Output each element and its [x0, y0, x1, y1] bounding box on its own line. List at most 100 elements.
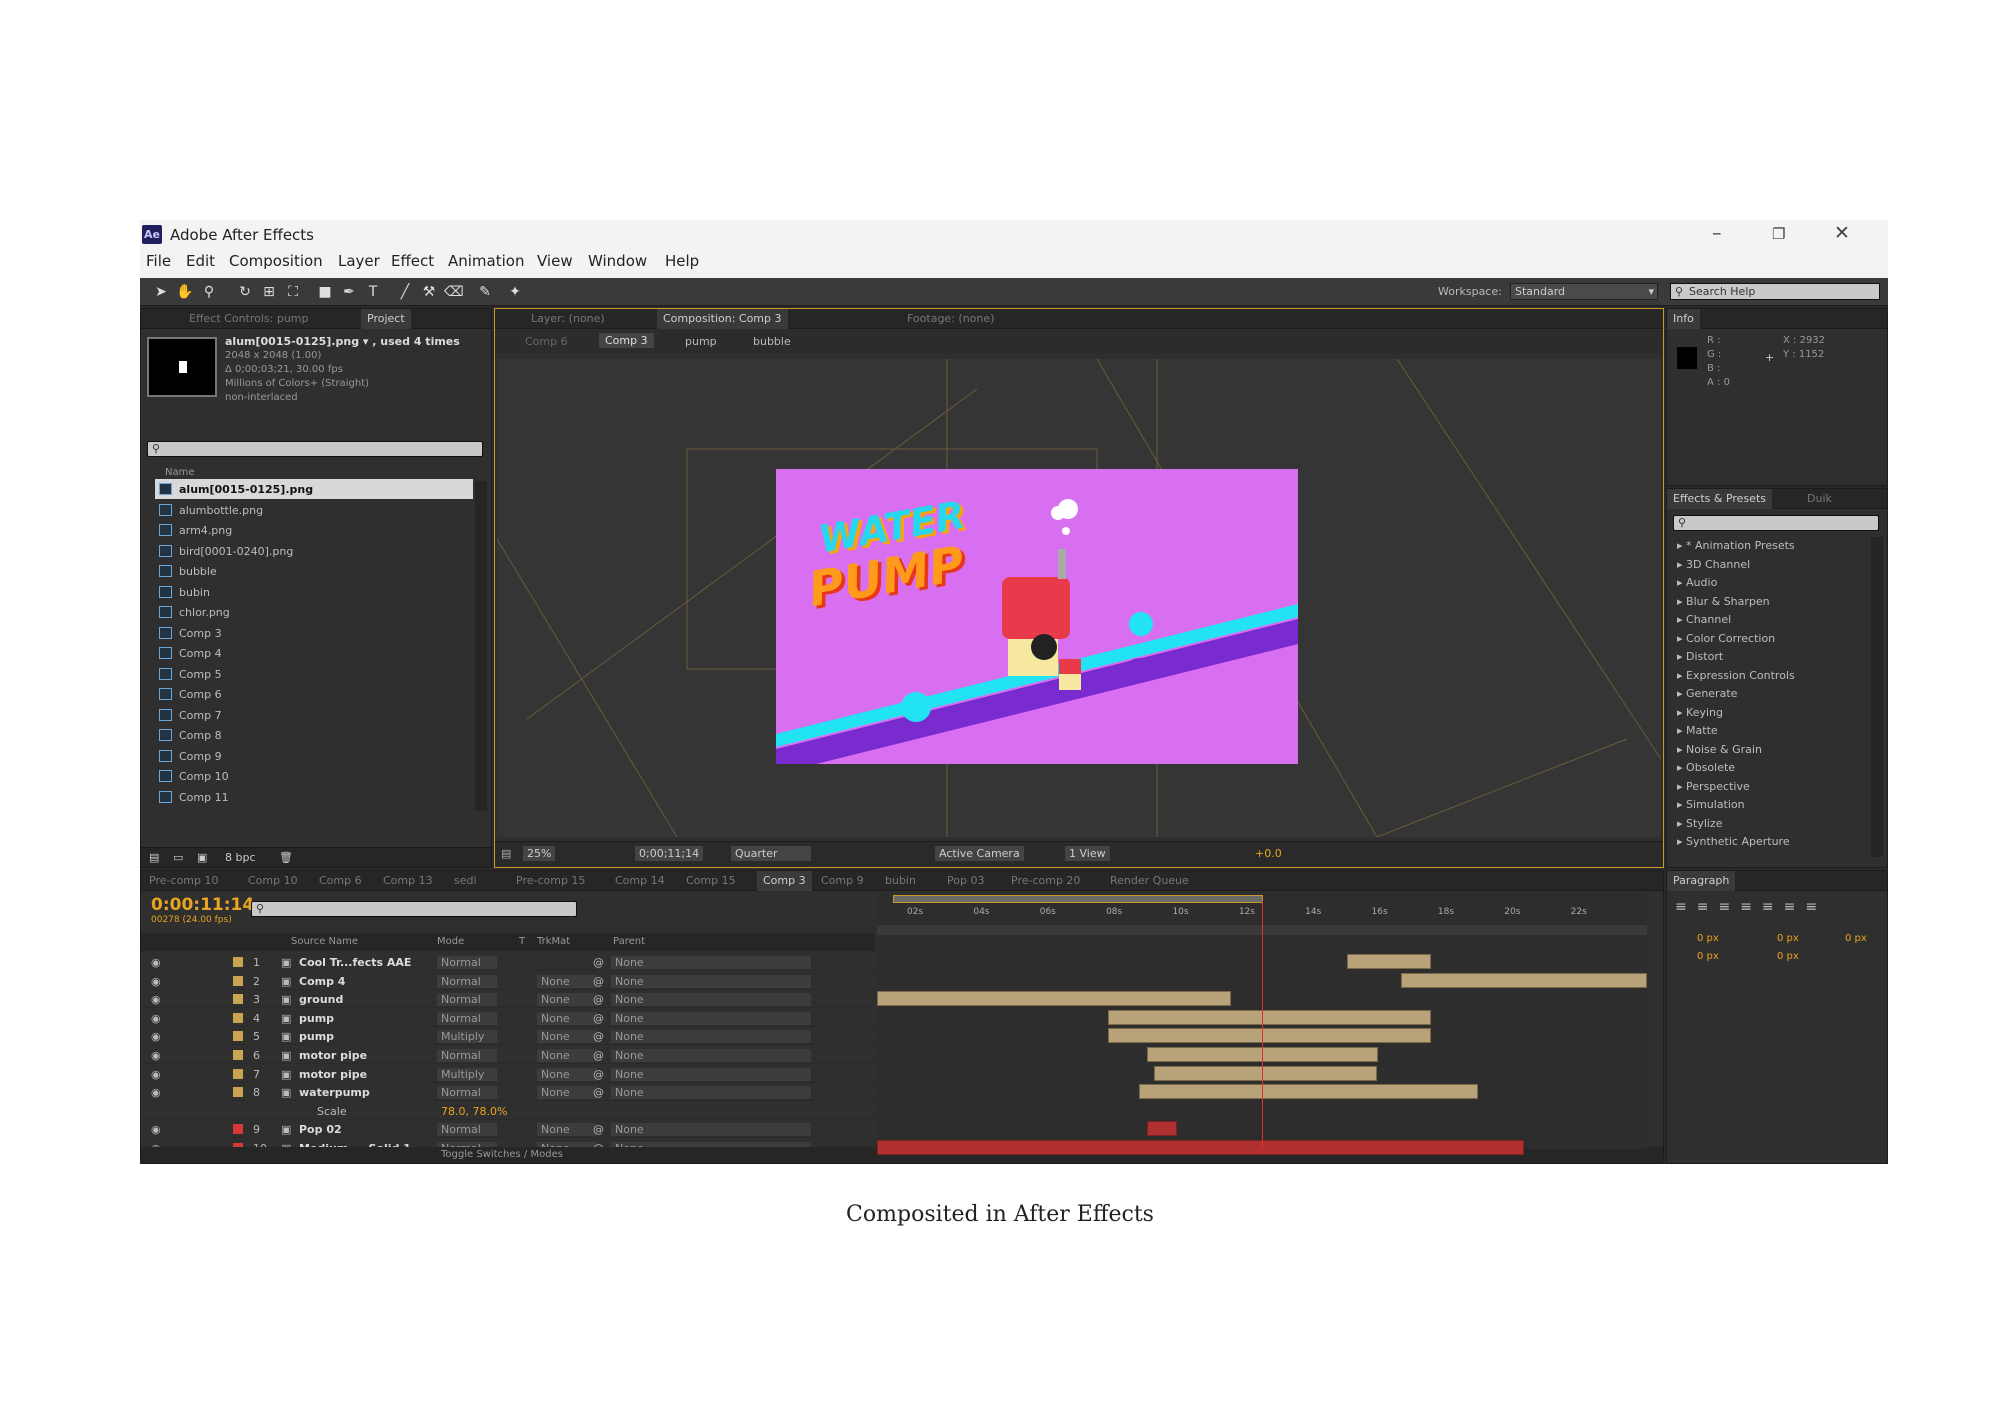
clone-stamp-tool-icon[interactable]: ⚒ — [420, 283, 438, 301]
effect-category-item[interactable]: ▸ Perspective — [1673, 778, 1867, 798]
timeline-tab[interactable]: Comp 10 — [248, 874, 298, 887]
minimize-icon[interactable]: – — [1712, 222, 1722, 244]
trkmat-select[interactable]: None — [537, 1011, 597, 1025]
parent-select[interactable]: None — [611, 956, 811, 969]
close-icon[interactable]: ✕ — [1834, 222, 1850, 244]
project-item[interactable]: Comp 8 — [155, 725, 473, 745]
search-help-input[interactable]: ⚲ Search Help — [1670, 283, 1880, 300]
parent-select[interactable]: None — [611, 974, 811, 988]
new-comp-icon[interactable]: ▣ — [197, 851, 207, 864]
time-graph[interactable]: 02s 04s 06s 08s 10s 12s 14s 16s 18s 20s 22s — [877, 893, 1647, 1155]
layer-row[interactable]: ◉ 2 ▣ Comp 4 Normal None @ None — [141, 972, 875, 990]
effect-category-item[interactable]: ▸ Generate — [1673, 685, 1867, 705]
timeline-search-input[interactable]: ⚲ — [251, 901, 577, 917]
timeline-tab[interactable]: bubin — [885, 874, 916, 887]
timeline-tab[interactable]: Render Queue — [1110, 874, 1189, 887]
indent-first-value[interactable]: 0 px — [1777, 933, 1799, 944]
camera-select[interactable]: Active Camera — [935, 846, 1024, 861]
mode-select[interactable]: Normal — [437, 1123, 497, 1137]
breadcrumb-bubble[interactable]: bubble — [753, 335, 791, 348]
layer-duration-bar[interactable] — [1108, 1009, 1432, 1025]
eraser-tool-icon[interactable]: ⌫ — [444, 283, 464, 301]
trash-icon[interactable]: 🗑 — [279, 851, 293, 864]
layer-duration-bar[interactable] — [1400, 972, 1647, 988]
playhead[interactable] — [1262, 901, 1263, 1149]
work-area-bar[interactable] — [893, 895, 1263, 903]
indent-left-value[interactable]: 0 px — [1697, 933, 1719, 944]
tab-duik[interactable]: Duik — [1807, 492, 1832, 505]
effect-category-item[interactable]: ▸ Keying — [1673, 704, 1867, 724]
layer-row[interactable]: ◉ 6 ▣ motor pipe Normal None @ None — [141, 1046, 875, 1064]
timecode-display[interactable]: 0;00;11;14 — [635, 846, 704, 861]
trkmat-select[interactable]: None — [537, 1049, 597, 1062]
timeline-tab[interactable]: Comp 14 — [615, 874, 665, 887]
layer-row[interactable]: ◉ 7 ▣ motor pipe Multiply None @ None — [141, 1065, 875, 1083]
hand-tool-icon[interactable]: ✋ — [176, 283, 194, 301]
layer-duration-bar[interactable] — [1146, 1121, 1178, 1137]
mode-select[interactable]: Normal — [437, 993, 497, 1007]
effect-category-item[interactable]: ▸ Distort — [1673, 648, 1867, 668]
project-item[interactable]: chlor.png — [155, 602, 473, 622]
tab-layer[interactable]: Layer: (none) — [531, 312, 605, 325]
always-preview-icon[interactable]: ▤ — [501, 847, 511, 860]
layer-duration-bar[interactable] — [877, 1140, 1524, 1155]
effect-category-item[interactable]: ▸ Obsolete — [1673, 759, 1867, 779]
puppet-tool-icon[interactable]: ✦ — [506, 283, 524, 301]
project-search-input[interactable]: ⚲ — [147, 441, 483, 457]
project-item[interactable]: alum[0015-0125].png — [155, 479, 473, 499]
menu-window[interactable]: Window — [588, 252, 647, 270]
project-item[interactable]: arm4.png — [155, 520, 473, 540]
tab-footage[interactable]: Footage: (none) — [907, 312, 994, 325]
tab-composition[interactable]: Composition: Comp 3 — [657, 309, 788, 329]
menu-animation[interactable]: Animation — [448, 252, 524, 270]
project-item[interactable]: Comp 3 — [155, 623, 473, 643]
timeline-tab[interactable]: sedi — [454, 874, 477, 887]
project-item[interactable]: Comp 5 — [155, 664, 473, 684]
layer-row[interactable]: ◉ 5 ▣ pump Multiply None @ None — [141, 1027, 875, 1046]
effects-search-input[interactable]: ⚲ — [1673, 515, 1879, 531]
timeline-tab[interactable]: Comp 13 — [383, 874, 433, 887]
effect-category-item[interactable]: ▸ Audio — [1673, 574, 1867, 594]
zoom-select[interactable]: 25% — [523, 846, 556, 861]
project-item[interactable]: Comp 6 — [155, 684, 473, 704]
layer-duration-bar[interactable] — [1108, 1028, 1432, 1044]
menu-layer[interactable]: Layer — [338, 252, 380, 270]
rotate-tool-icon[interactable]: ↻ — [236, 283, 254, 301]
roto-brush-tool-icon[interactable]: ✎ — [476, 283, 494, 301]
effect-category-item[interactable]: ▸ Channel — [1673, 611, 1867, 631]
mode-select[interactable]: Multiply — [437, 1067, 497, 1081]
view-layout-select[interactable]: 1 View — [1065, 846, 1110, 861]
project-scrollbar[interactable] — [475, 481, 487, 811]
tab-effects-presets[interactable]: Effects & Presets — [1667, 489, 1772, 509]
menu-composition[interactable]: Composition — [229, 252, 323, 270]
trkmat-select[interactable]: None — [537, 1030, 597, 1044]
mode-select[interactable]: Normal — [437, 1011, 497, 1025]
menu-help[interactable]: Help — [665, 252, 699, 270]
breadcrumb-comp3[interactable]: Comp 3 — [599, 333, 654, 348]
project-item[interactable]: Comp 7 — [155, 705, 473, 725]
timeline-tab[interactable]: Pre-comp 10 — [149, 874, 218, 887]
mode-select[interactable]: Normal — [437, 1049, 497, 1062]
project-item[interactable]: Comp 10 — [155, 766, 473, 786]
layer-row[interactable]: ◉ 4 ▣ pump Normal None @ None — [141, 1009, 875, 1027]
pen-tool-icon[interactable]: ✒ — [340, 283, 358, 301]
effect-category-item[interactable]: ▸ Color Correction — [1673, 630, 1867, 650]
indent-right-value[interactable]: 0 px — [1845, 933, 1867, 944]
layer-row[interactable]: ◉ 8 ▣ waterpump Normal None @ None — [141, 1083, 875, 1102]
tab-project[interactable]: Project — [361, 309, 411, 329]
layer-duration-bar[interactable] — [1154, 1065, 1378, 1081]
type-tool-icon[interactable]: T — [364, 283, 382, 301]
restore-icon[interactable]: ❐ — [1772, 225, 1785, 243]
effect-category-item[interactable]: ▸ Simulation — [1673, 796, 1867, 816]
project-item[interactable]: bird[0001-0240].png — [155, 541, 473, 561]
tab-info[interactable]: Info — [1667, 309, 1700, 329]
mode-select[interactable]: Normal — [437, 1086, 497, 1100]
brush-tool-icon[interactable]: ╱ — [396, 283, 414, 301]
toggle-switches-modes[interactable]: Toggle Switches / Modes — [441, 1149, 563, 1160]
space-before-value[interactable]: 0 px — [1697, 951, 1719, 962]
interpret-footage-icon[interactable]: ▤ — [149, 851, 159, 864]
layer-row[interactable]: ◉ 3 ▣ ground Normal None @ None — [141, 990, 875, 1009]
pan-behind-tool-icon[interactable]: ⛶ — [284, 283, 302, 301]
new-folder-icon[interactable]: ▭ — [173, 851, 183, 864]
parent-select[interactable]: None — [611, 993, 811, 1007]
